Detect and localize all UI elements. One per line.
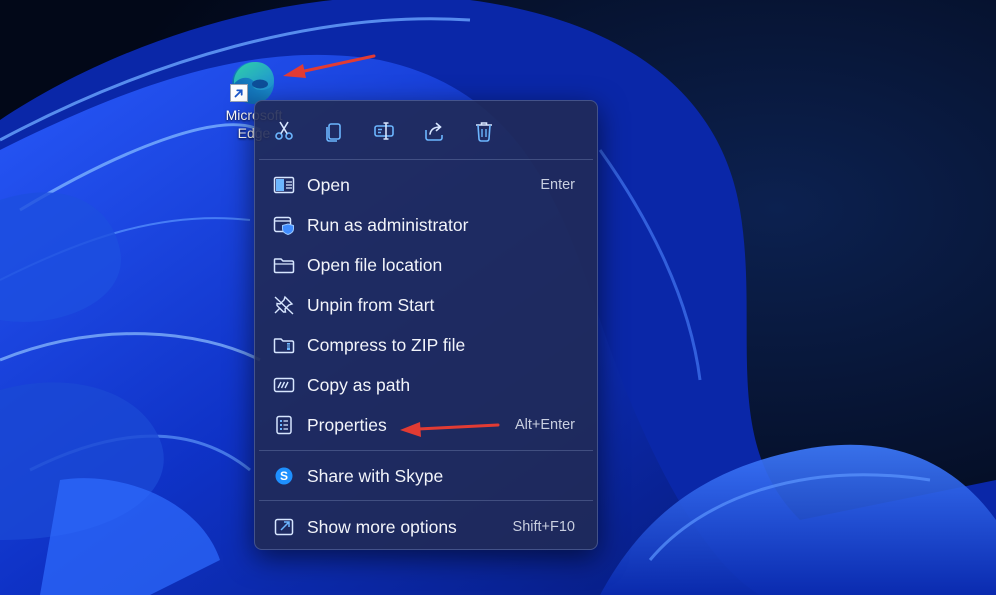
menu-item-label: Share with Skype xyxy=(307,466,444,486)
menu-item-label: Open file location xyxy=(307,255,443,275)
rename-button[interactable] xyxy=(369,117,399,145)
menu-item-shortcut: Shift+F10 xyxy=(512,519,575,535)
rename-icon xyxy=(374,122,394,140)
context-menu-toolbar xyxy=(255,101,597,159)
share-icon xyxy=(425,122,443,141)
menu-item-run-as-administrator[interactable]: Run as administrator xyxy=(259,206,593,244)
menu-separator xyxy=(259,500,593,501)
skype-icon: S xyxy=(275,467,293,485)
menu-item-unpin-from-start[interactable]: Unpin from Start xyxy=(259,286,593,324)
copy-icon xyxy=(326,123,341,142)
delete-icon xyxy=(476,122,492,142)
share-button[interactable] xyxy=(419,117,449,145)
menu-item-shortcut: Alt+Enter xyxy=(514,417,575,433)
more-options-icon xyxy=(274,518,294,536)
menu-separator xyxy=(259,450,593,451)
menu-item-open[interactable]: Open Enter xyxy=(259,166,593,204)
menu-item-shortcut: Enter xyxy=(540,177,575,193)
menu-separator xyxy=(259,159,593,160)
menu-item-label: Run as administrator xyxy=(307,215,469,235)
menu-item-copy-as-path[interactable]: Copy as path xyxy=(259,366,593,404)
context-menu: Open Enter Run as administrator Open fil… xyxy=(254,100,598,550)
menu-item-label: Show more options xyxy=(307,517,457,537)
shield-icon xyxy=(273,216,294,235)
menu-item-label: Copy as path xyxy=(307,375,411,395)
menu-item-label: Compress to ZIP file xyxy=(307,335,466,355)
menu-item-label: Unpin from Start xyxy=(307,295,435,315)
zip-folder-icon xyxy=(273,338,295,354)
delete-button[interactable] xyxy=(469,117,499,145)
cut-button[interactable] xyxy=(269,117,299,145)
cut-icon xyxy=(275,121,293,140)
unpin-icon xyxy=(274,295,294,315)
open-icon xyxy=(273,176,295,194)
menu-item-share-with-skype[interactable]: S Share with Skype xyxy=(259,457,593,495)
properties-icon xyxy=(276,415,292,435)
copy-button[interactable] xyxy=(319,117,349,145)
path-icon xyxy=(273,377,295,393)
menu-item-show-more-options[interactable]: Show more options Shift+F10 xyxy=(259,508,593,546)
menu-item-label: Open xyxy=(307,175,350,195)
menu-item-label: Properties xyxy=(307,415,387,435)
folder-icon xyxy=(273,258,295,274)
menu-item-properties[interactable]: Properties Alt+Enter xyxy=(259,406,593,444)
shortcut-arrow-icon xyxy=(230,84,248,102)
svg-text:S: S xyxy=(280,469,288,483)
menu-item-open-file-location[interactable]: Open file location xyxy=(259,246,593,284)
menu-item-compress-to-zip[interactable]: Compress to ZIP file xyxy=(259,326,593,364)
